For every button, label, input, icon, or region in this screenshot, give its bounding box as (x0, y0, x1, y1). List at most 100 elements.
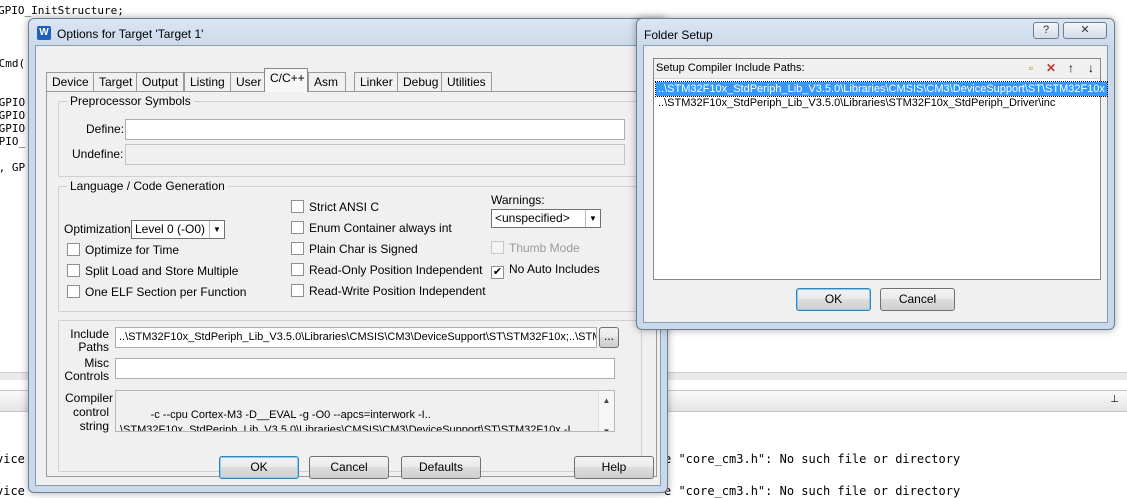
no-auto-includes-checkbox[interactable]: ✔ No Auto Includes (491, 262, 600, 279)
chevron-down-icon: ▼ (585, 210, 600, 227)
scrollbar[interactable]: ▲ ▼ (598, 391, 614, 431)
tab-utilities[interactable]: Utilities (441, 72, 492, 91)
code-line: xCmd( (0, 57, 26, 70)
plain-char-checkbox[interactable]: Plain Char is Signed (291, 242, 418, 256)
output-line: vice (0, 452, 25, 466)
dialog-client: Setup Compiler Include Paths: ▫ ✕ ↑ ↓ ..… (643, 45, 1108, 323)
checkbox-label: Read-Write Position Independent (309, 284, 486, 298)
tab-cpp[interactable]: C/C++ (264, 68, 308, 92)
app-icon: W (37, 26, 51, 40)
folder-setup-dialog: Folder Setup ? ✕ Setup Compiler Include … (636, 18, 1115, 330)
output-line: vice (0, 484, 25, 498)
list-item[interactable]: ..\STM32F10x_StdPeriph_Lib_V3.5.0\Librar… (655, 81, 1108, 97)
defaults-button[interactable]: Defaults (401, 456, 481, 479)
checkbox-label: Plain Char is Signed (309, 242, 418, 256)
checkbox-box (291, 200, 304, 213)
optimization-select[interactable]: Level 0 (-O0) ▼ (131, 220, 225, 239)
delete-icon[interactable]: ✕ (1042, 60, 1060, 77)
checkbox-box (491, 241, 504, 254)
list-header-label: Setup Compiler Include Paths: (656, 62, 805, 74)
ok-button[interactable]: OK (219, 456, 299, 479)
warnings-value: <unspecified> (495, 211, 570, 225)
browse-button[interactable]: ... (599, 327, 619, 348)
code-line: GPIO_InitStructure; (0, 4, 124, 17)
checkbox-label: No Auto Includes (509, 262, 600, 276)
group-title: Language / Code Generation (67, 179, 228, 193)
warnings-select[interactable]: <unspecified> ▼ (491, 209, 601, 228)
tab-asm[interactable]: Asm (308, 72, 346, 91)
checkbox-box (291, 284, 304, 297)
group-title: Preprocessor Symbols (67, 94, 194, 108)
define-field[interactable] (125, 119, 625, 140)
optimize-time-checkbox[interactable]: Optimize for Time (67, 243, 179, 257)
include-paths-field[interactable]: ..\STM32F10x_StdPeriph_Lib_V3.5.0\Librar… (115, 327, 597, 348)
checkbox-label: Enum Container always int (309, 221, 452, 235)
one-elf-checkbox[interactable]: One ELF Section per Function (67, 285, 246, 299)
tab-debug[interactable]: Debug (397, 72, 445, 91)
checkbox-label: One ELF Section per Function (85, 285, 247, 299)
misc-label-line1: Misc (84, 356, 109, 370)
close-icon[interactable]: ✕ (1063, 22, 1107, 39)
ok-button[interactable]: OK (796, 288, 871, 311)
misc-controls-field[interactable] (115, 358, 615, 379)
move-up-icon[interactable]: ↑ (1062, 60, 1080, 77)
checkbox-box (67, 285, 80, 298)
chevron-down-icon: ▼ (209, 221, 224, 238)
preprocessor-group: Preprocessor Symbols Define: Undefine: (58, 94, 642, 177)
move-down-icon[interactable]: ↓ (1082, 60, 1100, 77)
warnings-label: Warnings: (491, 193, 545, 207)
define-label: Define: (86, 122, 125, 136)
compiler-control-string: -c --cpu Cortex-M3 -D__EVAL -g -O0 --apc… (115, 390, 615, 432)
compiler-label-line2: control (72, 405, 109, 419)
code-line: .GPIO (0, 96, 26, 109)
list-header: Setup Compiler Include Paths: ▫ ✕ ↑ ↓ (654, 59, 1100, 79)
misc-label-line2: Controls (64, 369, 109, 383)
rw-position-checkbox[interactable]: Read-Write Position Independent (291, 284, 486, 298)
include-paths-label-line2: Paths (78, 340, 109, 354)
thumb-mode-checkbox[interactable]: Thumb Mode (491, 241, 580, 255)
code-line: C, GP (0, 161, 26, 174)
checkbox-label: Thumb Mode (509, 241, 580, 255)
checkbox-box (67, 264, 80, 277)
compiler-label-line3: string (79, 419, 109, 433)
code-line: .GPIO (0, 109, 26, 122)
cancel-button[interactable]: Cancel (880, 288, 955, 311)
checkbox-label: Optimize for Time (85, 243, 180, 257)
compiler-control-text: -c --cpu Cortex-M3 -D__EVAL -g -O0 --apc… (120, 409, 577, 432)
tab-output[interactable]: Output (136, 72, 185, 91)
tab-user[interactable]: User (230, 72, 268, 91)
help-button[interactable]: Help (574, 456, 654, 479)
paths-group: Include Paths ..\STM32F10x_StdPeriph_Lib… (58, 320, 642, 472)
options-dialog: W Options for Target 'Target 1' Device T… (28, 18, 668, 493)
tab-linker[interactable]: Linker (354, 72, 399, 91)
compiler-label-line1: Compiler (65, 391, 114, 405)
output-line: e "core_cm3.h": No such file or director… (664, 484, 961, 498)
ro-position-checkbox[interactable]: Read-Only Position Independent (291, 263, 482, 277)
undefine-field[interactable] (125, 144, 625, 165)
tab-target[interactable]: Target (93, 72, 139, 91)
output-line: e "core_cm3.h": No such file or director… (664, 452, 961, 466)
tab-device[interactable]: Device (46, 72, 95, 91)
checkbox-label: Split Load and Store Multiple (85, 264, 239, 278)
checkbox-box (291, 221, 304, 234)
optimization-value: Level 0 (-O0) (135, 222, 206, 236)
help-icon[interactable]: ? (1033, 22, 1059, 39)
enum-container-checkbox[interactable]: Enum Container always int (291, 221, 452, 235)
language-group: Language / Code Generation Optimization:… (58, 179, 642, 312)
new-folder-icon[interactable]: ▫ (1022, 60, 1040, 77)
tab-listing[interactable]: Listing (184, 72, 231, 91)
optimization-label: Optimization: (64, 222, 135, 236)
pin-icon[interactable]: ⊥ (1110, 394, 1119, 405)
code-line: .GPIO (0, 122, 26, 135)
include-paths-label-line1: Include (70, 327, 109, 341)
cancel-button[interactable]: Cancel (309, 456, 389, 479)
strict-ansi-checkbox[interactable]: Strict ANSI C (291, 200, 379, 214)
checkbox-box (291, 263, 304, 276)
list-item[interactable]: ..\STM32F10x_StdPeriph_Lib_V3.5.0\Librar… (656, 96, 1057, 110)
dialog-title: Folder Setup (644, 28, 713, 42)
split-load-checkbox[interactable]: Split Load and Store Multiple (67, 264, 238, 278)
code-line: GPIO_ (0, 135, 26, 148)
undefine-label: Undefine: (72, 147, 124, 161)
cpp-tab-page: Preprocessor Symbols Define: Undefine: L… (46, 91, 657, 477)
checkbox-label: Strict ANSI C (309, 200, 380, 214)
